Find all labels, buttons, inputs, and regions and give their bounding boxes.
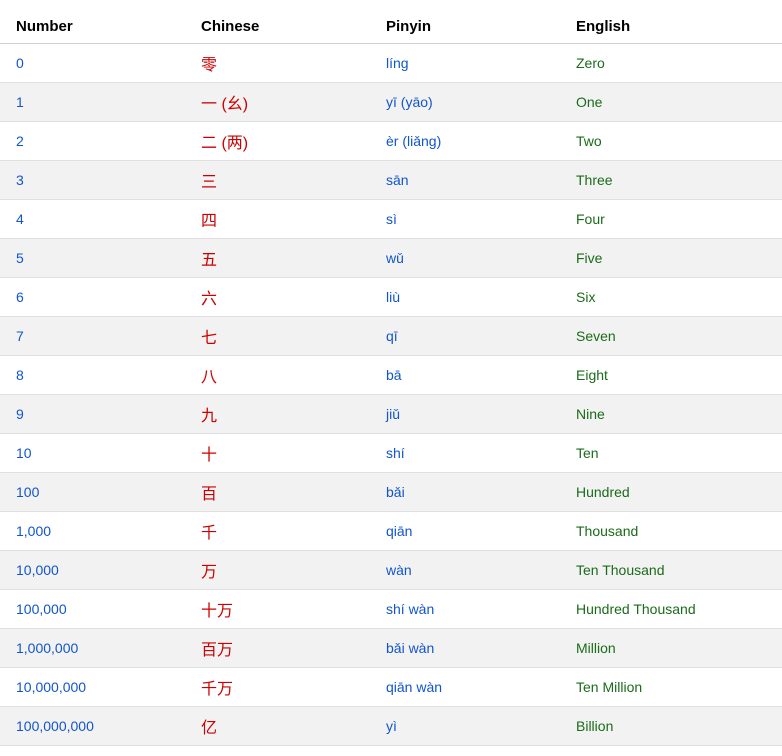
cell-english: Nine — [560, 395, 782, 434]
table-row: 8八bāEight — [0, 356, 782, 395]
table-row: 1,000,000百万bǎi wànMillion — [0, 629, 782, 668]
cell-number: 3 — [0, 161, 185, 200]
cell-number: 7 — [0, 317, 185, 356]
cell-number: 1 — [0, 83, 185, 122]
table-row: 6六liùSix — [0, 278, 782, 317]
cell-pinyin: bā — [370, 356, 560, 395]
cell-number: 1,000 — [0, 512, 185, 551]
cell-pinyin: líng — [370, 44, 560, 83]
cell-pinyin: qiān wàn — [370, 668, 560, 707]
cell-pinyin: shí wàn — [370, 590, 560, 629]
cell-pinyin: èr (liǎng) — [370, 122, 560, 161]
numbers-table: Number Chinese Pinyin English 0零língZero… — [0, 10, 782, 746]
cell-chinese: 五 — [185, 239, 370, 278]
cell-chinese: 千 — [185, 512, 370, 551]
cell-number: 1,000,000 — [0, 629, 185, 668]
cell-pinyin: jiǔ — [370, 395, 560, 434]
table-row: 9九jiǔNine — [0, 395, 782, 434]
cell-chinese: 万 — [185, 551, 370, 590]
cell-chinese: 六 — [185, 278, 370, 317]
cell-pinyin: sì — [370, 200, 560, 239]
header-number: Number — [0, 10, 185, 44]
cell-number: 0 — [0, 44, 185, 83]
cell-english: Six — [560, 278, 782, 317]
cell-pinyin: yī (yāo) — [370, 83, 560, 122]
cell-number: 5 — [0, 239, 185, 278]
cell-pinyin: wàn — [370, 551, 560, 590]
cell-english: Hundred Thousand — [560, 590, 782, 629]
cell-number: 6 — [0, 278, 185, 317]
cell-english: Zero — [560, 44, 782, 83]
cell-english: Two — [560, 122, 782, 161]
cell-chinese: 三 — [185, 161, 370, 200]
cell-chinese: 亿 — [185, 707, 370, 746]
header-row: Number Chinese Pinyin English — [0, 10, 782, 44]
cell-pinyin: yì — [370, 707, 560, 746]
cell-number: 9 — [0, 395, 185, 434]
cell-number: 8 — [0, 356, 185, 395]
table-row: 7七qīSeven — [0, 317, 782, 356]
cell-chinese: 百万 — [185, 629, 370, 668]
cell-chinese: 四 — [185, 200, 370, 239]
cell-pinyin: shí — [370, 434, 560, 473]
table-row: 100,000,000亿yìBillion — [0, 707, 782, 746]
cell-pinyin: sān — [370, 161, 560, 200]
header-chinese: Chinese — [185, 10, 370, 44]
table-row: 4四sìFour — [0, 200, 782, 239]
table-row: 0零língZero — [0, 44, 782, 83]
table-row: 1一 (幺)yī (yāo)One — [0, 83, 782, 122]
cell-number: 4 — [0, 200, 185, 239]
table-row: 100,000十万shí wànHundred Thousand — [0, 590, 782, 629]
cell-pinyin: qiān — [370, 512, 560, 551]
cell-english: Ten — [560, 434, 782, 473]
cell-chinese: 十万 — [185, 590, 370, 629]
cell-chinese: 千万 — [185, 668, 370, 707]
cell-english: Hundred — [560, 473, 782, 512]
cell-pinyin: bǎi — [370, 473, 560, 512]
table-row: 2二 (两)èr (liǎng)Two — [0, 122, 782, 161]
cell-number: 100 — [0, 473, 185, 512]
cell-english: Billion — [560, 707, 782, 746]
cell-number: 10 — [0, 434, 185, 473]
cell-english: Eight — [560, 356, 782, 395]
cell-chinese: 零 — [185, 44, 370, 83]
cell-english: Ten Million — [560, 668, 782, 707]
cell-number: 100,000 — [0, 590, 185, 629]
cell-number: 10,000,000 — [0, 668, 185, 707]
cell-pinyin: liù — [370, 278, 560, 317]
header-pinyin: Pinyin — [370, 10, 560, 44]
cell-english: Ten Thousand — [560, 551, 782, 590]
cell-english: One — [560, 83, 782, 122]
cell-english: Four — [560, 200, 782, 239]
cell-english: Five — [560, 239, 782, 278]
table-row: 100百bǎiHundred — [0, 473, 782, 512]
table-row: 10,000,000千万qiān wànTen Million — [0, 668, 782, 707]
table-row: 3三sānThree — [0, 161, 782, 200]
cell-pinyin: wǔ — [370, 239, 560, 278]
cell-chinese: 一 (幺) — [185, 83, 370, 122]
cell-chinese: 七 — [185, 317, 370, 356]
cell-pinyin: bǎi wàn — [370, 629, 560, 668]
cell-english: Thousand — [560, 512, 782, 551]
cell-chinese: 二 (两) — [185, 122, 370, 161]
cell-chinese: 九 — [185, 395, 370, 434]
cell-chinese: 百 — [185, 473, 370, 512]
table-row: 1,000千qiānThousand — [0, 512, 782, 551]
cell-english: Three — [560, 161, 782, 200]
cell-english: Million — [560, 629, 782, 668]
cell-number: 10,000 — [0, 551, 185, 590]
table-row: 5五wǔFive — [0, 239, 782, 278]
table-row: 10十shíTen — [0, 434, 782, 473]
cell-number: 2 — [0, 122, 185, 161]
table-row: 10,000万wànTen Thousand — [0, 551, 782, 590]
cell-chinese: 八 — [185, 356, 370, 395]
cell-english: Seven — [560, 317, 782, 356]
cell-chinese: 十 — [185, 434, 370, 473]
table-container: Number Chinese Pinyin English 0零língZero… — [0, 0, 782, 756]
cell-number: 100,000,000 — [0, 707, 185, 746]
cell-pinyin: qī — [370, 317, 560, 356]
header-english: English — [560, 10, 782, 44]
